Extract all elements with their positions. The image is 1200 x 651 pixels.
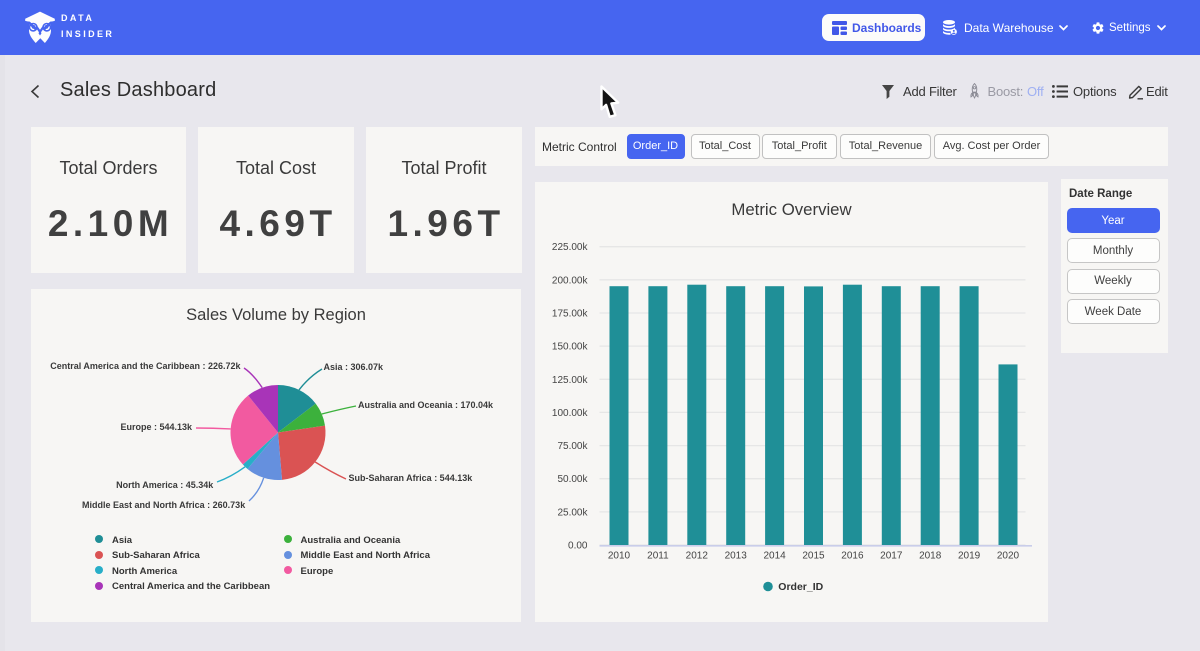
svg-text:2018: 2018 — [919, 551, 942, 562]
svg-text:175.00k: 175.00k — [552, 309, 589, 320]
svg-text:2013: 2013 — [725, 551, 748, 562]
svg-text:0.00: 0.00 — [568, 541, 588, 552]
svg-text:2019: 2019 — [958, 551, 981, 562]
svg-text:150.00k: 150.00k — [552, 342, 589, 353]
svg-text:25.00k: 25.00k — [557, 507, 588, 518]
svg-text:75.00k: 75.00k — [557, 441, 588, 452]
svg-text:200.00k: 200.00k — [552, 275, 589, 286]
svg-text:2011: 2011 — [647, 551, 669, 562]
svg-text:125.00k: 125.00k — [552, 375, 589, 386]
svg-text:2015: 2015 — [802, 551, 825, 562]
svg-text:225.00k: 225.00k — [552, 242, 589, 253]
svg-text:2016: 2016 — [841, 551, 864, 562]
svg-text:2017: 2017 — [880, 551, 903, 562]
svg-text:100.00k: 100.00k — [552, 408, 589, 419]
svg-text:2010: 2010 — [608, 551, 631, 562]
svg-text:Order_ID: Order_ID — [778, 581, 823, 593]
svg-text:2014: 2014 — [763, 551, 786, 562]
svg-text:2012: 2012 — [686, 551, 709, 562]
svg-text:2020: 2020 — [997, 551, 1020, 562]
svg-text:50.00k: 50.00k — [557, 474, 588, 485]
